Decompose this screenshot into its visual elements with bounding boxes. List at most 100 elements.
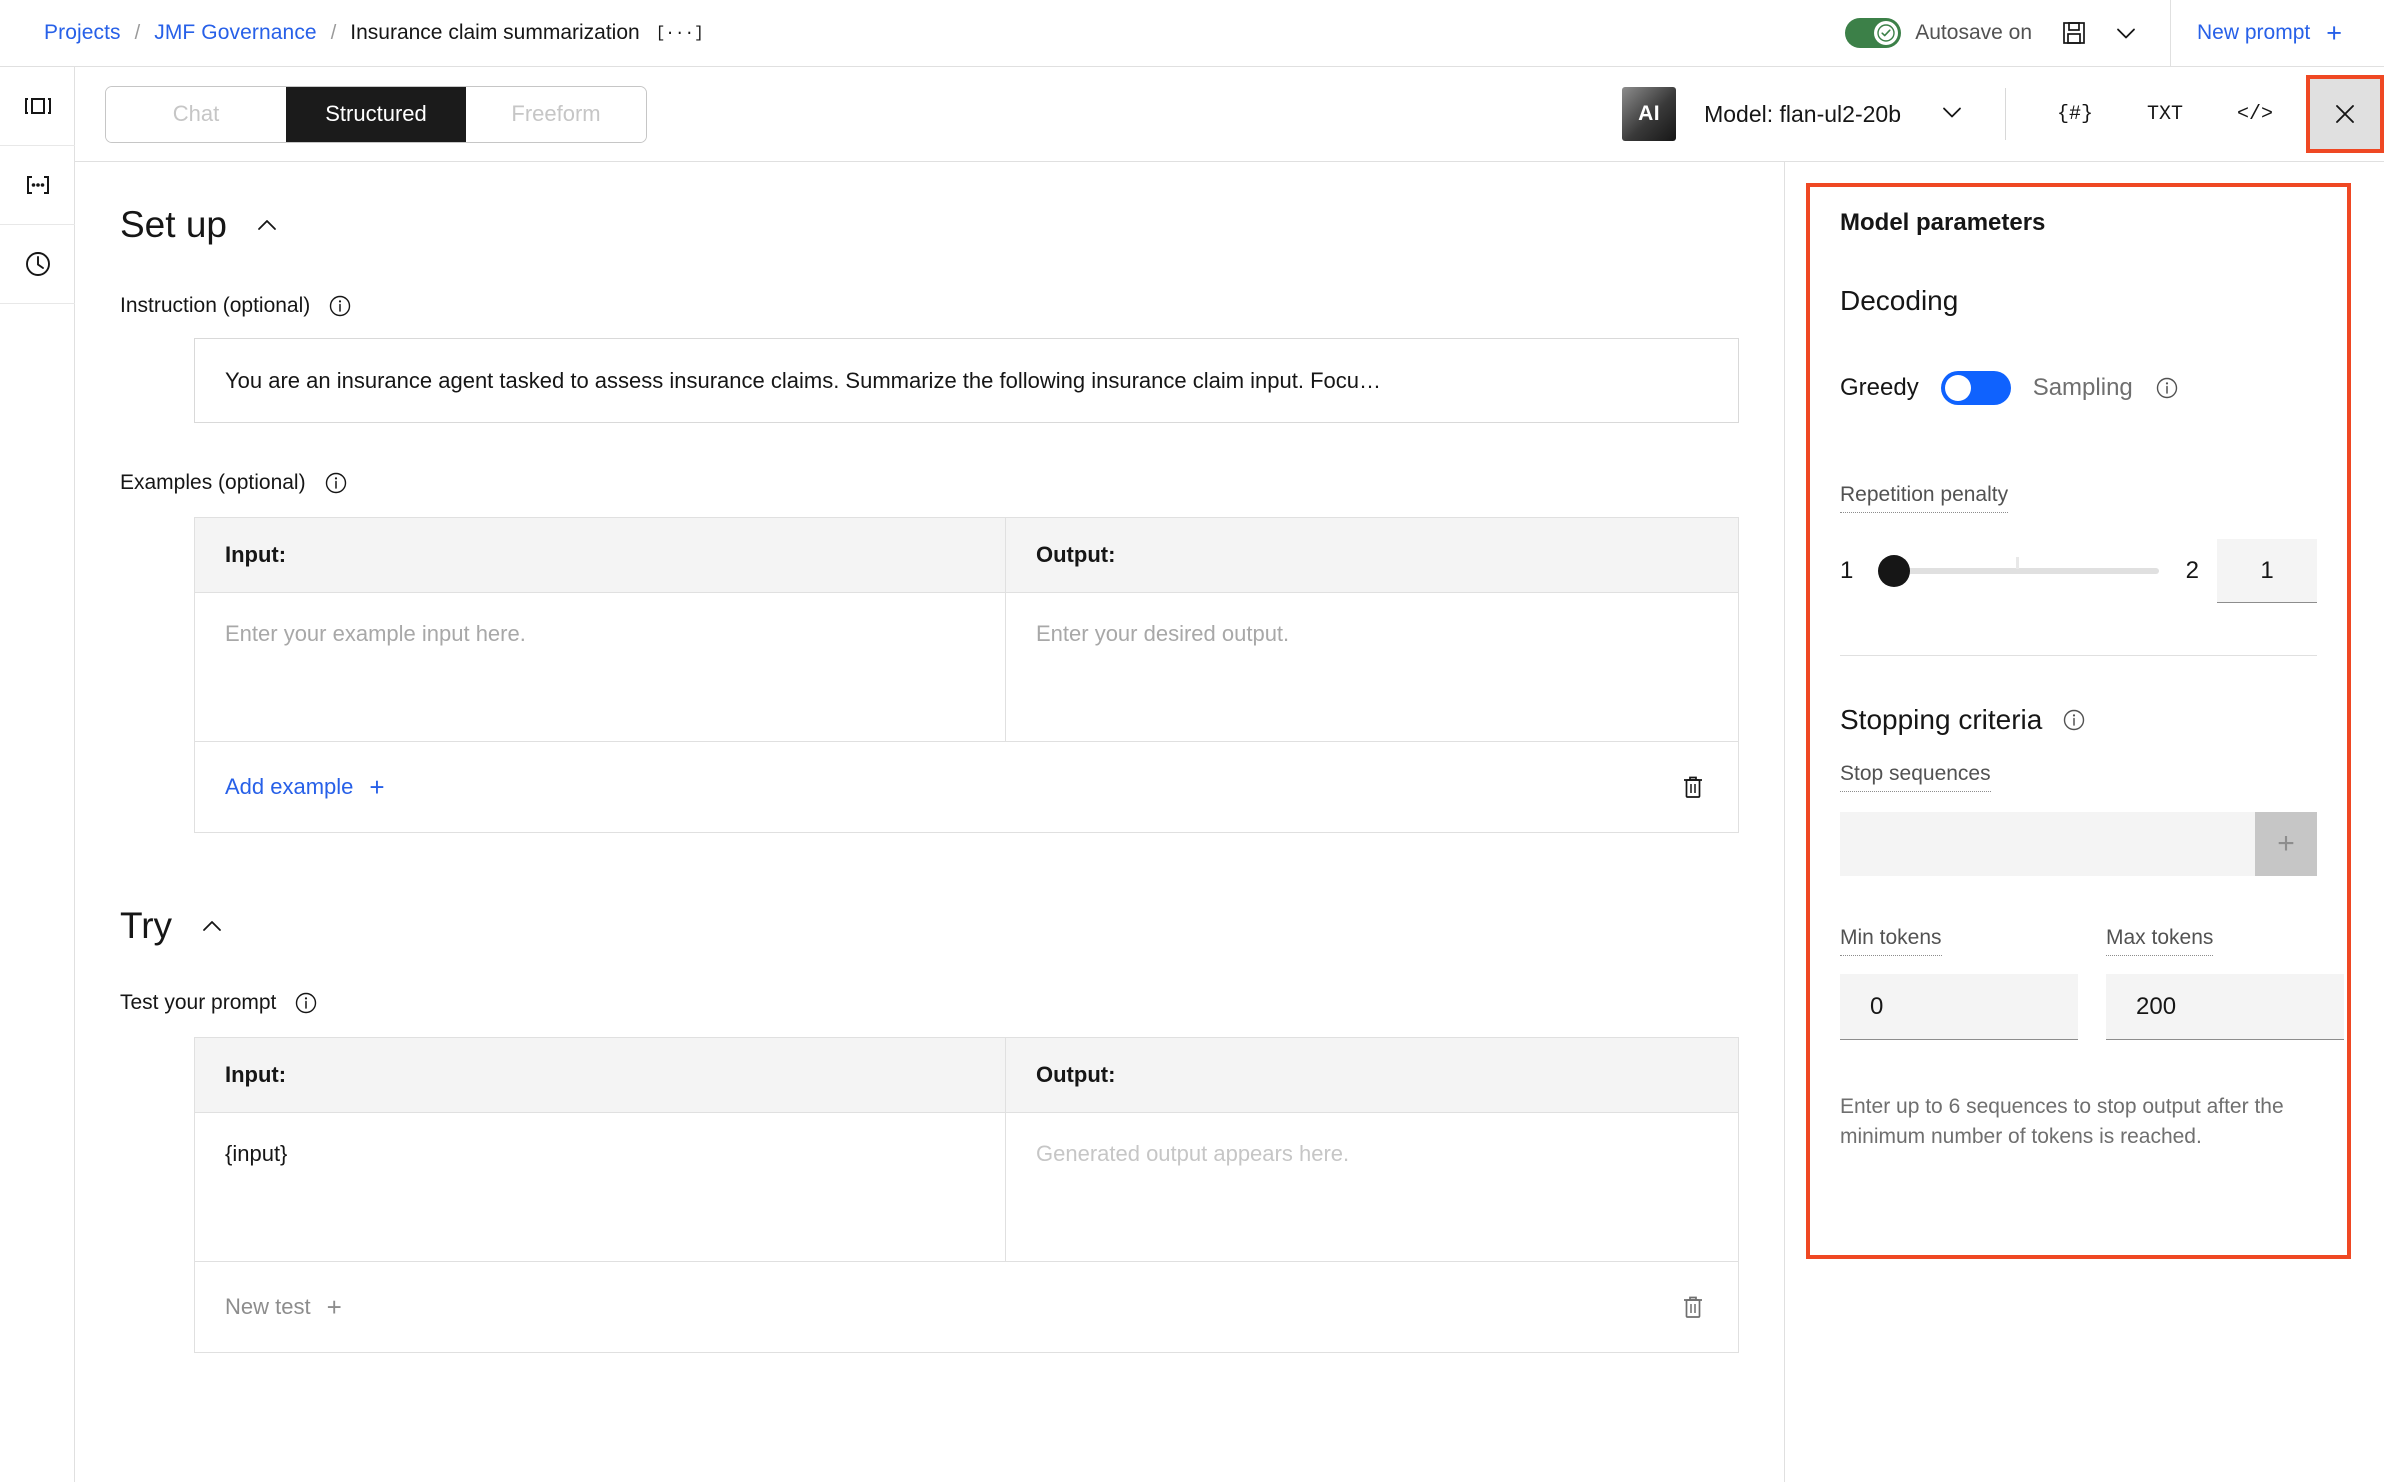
chevron-up-icon[interactable]	[253, 211, 281, 239]
repetition-penalty-input[interactable]: 1	[2217, 539, 2317, 603]
plus-icon: +	[326, 1292, 342, 1322]
panel-title: Model parameters	[1840, 209, 2046, 236]
setup-section-header[interactable]: Set up	[75, 204, 1784, 246]
test-header-output: Output:	[1036, 1062, 1116, 1087]
token-limits-row: Min tokens 0 Max tokens 200	[1840, 926, 2344, 1040]
decoding-greedy-label[interactable]: Greedy	[1840, 374, 1919, 402]
max-tokens-group: Max tokens 200	[2106, 926, 2344, 1040]
add-stop-sequence-button[interactable]: +	[2255, 812, 2317, 876]
max-tokens-input[interactable]: 200	[2106, 974, 2344, 1040]
close-panel-button[interactable]	[2306, 75, 2384, 153]
decoding-sampling-label[interactable]: Sampling	[2033, 374, 2133, 402]
test-table: Input: Output: {input} Generated output …	[194, 1037, 1739, 1353]
top-bar-actions: Autosave on New prompt +	[1845, 0, 2384, 66]
autosave-toggle[interactable]	[1845, 18, 1902, 48]
slider-tick	[2015, 557, 2019, 569]
slider-thumb[interactable]	[1878, 555, 1910, 587]
repetition-penalty-slider-row: 1 2 1	[1840, 539, 2317, 603]
tab-chat[interactable]: Chat	[106, 86, 286, 142]
new-prompt-button[interactable]: New prompt +	[2197, 17, 2384, 48]
breadcrumb-overflow-icon[interactable]: [···]	[656, 24, 704, 42]
repetition-penalty-slider[interactable]	[1878, 553, 2159, 589]
text-view-icon[interactable]: TXT	[2120, 84, 2210, 144]
tab-freeform[interactable]: Freeform	[466, 86, 646, 142]
instruction-value: You are an insurance agent tasked to ass…	[225, 367, 1381, 393]
tab-structured[interactable]: Structured	[286, 86, 466, 142]
stopping-help-text: Enter up to 6 sequences to stop output a…	[1840, 1095, 2284, 1149]
min-tokens-label: Min tokens	[1840, 926, 1942, 956]
breadcrumb: Projects / JMF Governance / Insurance cl…	[0, 21, 704, 45]
stop-sequences-input[interactable]	[1840, 812, 2255, 876]
examples-table-header: Input: Output:	[195, 518, 1738, 593]
add-example-button[interactable]: Add example +	[225, 774, 385, 800]
autosave-control[interactable]: Autosave on	[1845, 18, 2032, 48]
mode-toolbar: Chat Structured Freeform AI Model: flan-…	[75, 67, 2384, 162]
min-tokens-group: Min tokens 0	[1840, 926, 2078, 1040]
stopping-criteria-title: Stopping criteria	[1840, 704, 2043, 735]
info-icon[interactable]	[2155, 376, 2179, 400]
decoding-switch[interactable]	[1940, 371, 2011, 405]
stop-sequences-group: Stop sequences +	[1840, 762, 2317, 876]
history-icon[interactable]	[0, 225, 75, 303]
token-count-icon[interactable]: {#}	[2030, 84, 2120, 144]
plus-icon: +	[2326, 17, 2342, 48]
autosave-toggle-knob	[1874, 21, 1899, 45]
new-prompt-label: New prompt	[2197, 21, 2311, 44]
trash-icon	[1684, 1296, 1702, 1318]
model-parameters-content: Model parameters Decoding Greedy Samplin…	[1810, 187, 2347, 1153]
stop-sequences-row: +	[1840, 812, 2317, 876]
info-icon[interactable]	[324, 471, 348, 495]
try-title: Try	[120, 905, 173, 946]
app-root: Projects / JMF Governance / Insurance cl…	[0, 0, 2384, 1482]
examples-label: Examples (optional)	[120, 471, 306, 494]
chevron-down-icon[interactable]	[2100, 7, 2152, 59]
examples-table-footer: Add example +	[195, 742, 1738, 832]
save-icon[interactable]	[2048, 7, 2100, 59]
try-section-header[interactable]: Try	[75, 905, 1784, 947]
delete-test-button[interactable]	[1678, 1292, 1708, 1322]
model-selector[interactable]: Model: flan-ul2-20b	[1704, 99, 1965, 130]
example-output-cell[interactable]: Enter your desired output.	[1006, 593, 1738, 741]
toolbar-divider	[2005, 88, 2006, 140]
slider-max-label: 2	[2185, 557, 2199, 584]
min-tokens-input[interactable]: 0	[1840, 974, 2078, 1040]
decoding-heading: Decoding	[1840, 285, 1959, 316]
test-table-header: Input: Output:	[195, 1038, 1738, 1113]
info-icon[interactable]	[2062, 708, 2086, 732]
decoding-switch-knob	[1944, 375, 1971, 401]
mode-tabs: Chat Structured Freeform	[105, 85, 647, 143]
model-parameters-highlight: Model parameters Decoding Greedy Samplin…	[1806, 183, 2351, 1259]
new-test-button[interactable]: New test +	[225, 1294, 342, 1320]
stopping-criteria-header: Stopping criteria	[1840, 704, 2317, 736]
check-circle-icon	[1877, 24, 1895, 42]
example-input-cell[interactable]: Enter your example input here.	[195, 593, 1006, 741]
delete-example-button[interactable]	[1678, 772, 1708, 802]
test-header-input: Input:	[195, 1038, 1006, 1112]
test-input-cell[interactable]: {input}	[195, 1113, 1006, 1261]
max-tokens-label: Max tokens	[2106, 926, 2214, 956]
autosave-label: Autosave on	[1915, 21, 2033, 44]
code-view-icon[interactable]: </>	[2210, 84, 2300, 144]
test-output-cell: Generated output appears here.	[1036, 1141, 1350, 1166]
top-bar: Projects / JMF Governance / Insurance cl…	[0, 0, 2384, 67]
info-icon[interactable]	[328, 294, 352, 318]
breadcrumb-separator-1: /	[134, 21, 141, 44]
test-prompt-label: Test your prompt	[120, 991, 277, 1014]
plus-icon: +	[369, 772, 385, 802]
info-icon[interactable]	[294, 991, 318, 1015]
breadcrumb-projects[interactable]: Projects	[44, 21, 121, 45]
stop-sequences-label: Stop sequences	[1840, 762, 1991, 792]
table-row: {input} Generated output appears here.	[195, 1113, 1738, 1262]
variables-icon[interactable]	[0, 146, 75, 224]
breadcrumb-project[interactable]: JMF Governance	[154, 21, 316, 45]
top-bar-divider	[2170, 0, 2172, 66]
instruction-label: Instruction (optional)	[120, 294, 311, 317]
examples-table: Input: Output: Enter your example input …	[194, 517, 1739, 833]
repetition-penalty-label: Repetition penalty	[1840, 483, 2009, 513]
panel-toggle-icon[interactable]	[0, 67, 75, 145]
add-example-label: Add example	[225, 774, 354, 799]
instruction-input[interactable]: You are an insurance agent tasked to ass…	[194, 338, 1739, 423]
model-label: Model: flan-ul2-20b	[1704, 100, 1901, 127]
chevron-up-icon[interactable]	[198, 912, 226, 940]
trash-icon	[1684, 776, 1702, 798]
